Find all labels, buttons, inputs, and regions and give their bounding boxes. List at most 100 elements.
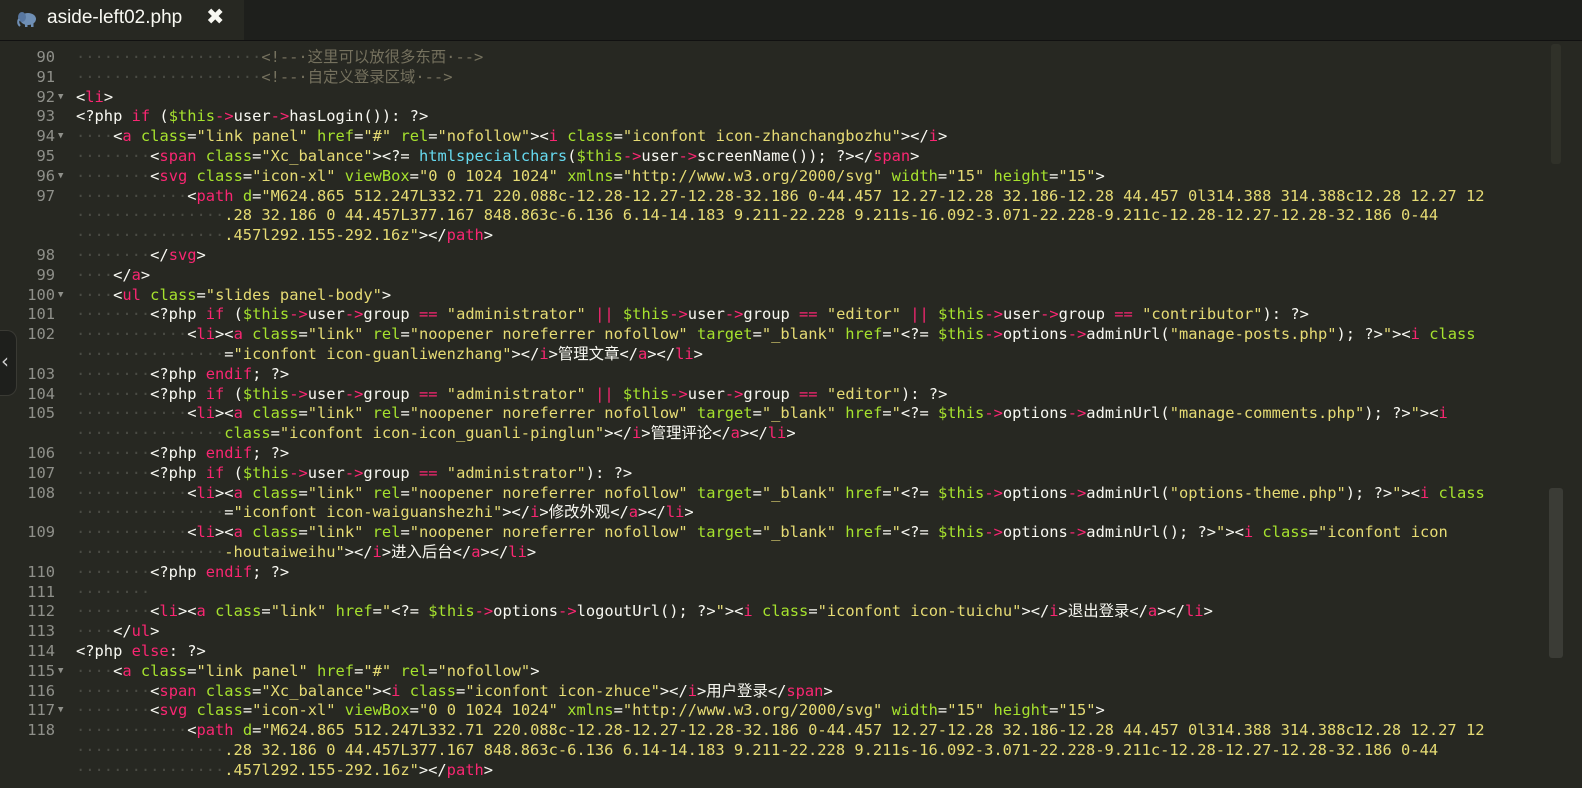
code-token: rel: [363, 483, 401, 502]
code-token: "#": [363, 127, 392, 146]
code-token: target: [687, 404, 753, 423]
fold-arrow-icon[interactable]: ▼: [58, 661, 63, 681]
code-token: path: [196, 721, 234, 740]
code-token: =: [400, 325, 410, 344]
code-token: .457l292.155-292.16z": [224, 226, 419, 245]
code-token: ==: [418, 305, 438, 324]
code-editor[interactable]: 90 91 92 ▼ 93 94 ▼ 95 96 ▼ 97 98 99 100 ▼ 101 102 103 104 1…: [0, 42, 1548, 788]
code-token: "nofollow": [437, 661, 531, 680]
sidebar-toggle-button[interactable]: ‹: [0, 330, 17, 396]
code-token: href: [326, 602, 373, 621]
code-token: i: [1049, 602, 1059, 621]
code-token: i: [1419, 483, 1430, 502]
code-token: >: [1203, 602, 1213, 621]
code-token: ->: [289, 463, 308, 482]
fold-arrow-icon[interactable]: ▼: [58, 87, 63, 107]
code-token: -houtaiweihu": [224, 543, 345, 561]
code-token: =: [252, 186, 262, 205]
code-token: </: [150, 246, 169, 264]
fold-arrow-icon[interactable]: ▼: [58, 126, 63, 146]
code-token: endif: [205, 364, 253, 383]
code-token: user: [307, 384, 345, 403]
code-token: adminUrl(: [1086, 325, 1170, 344]
line-number: 101: [27, 305, 55, 324]
line-number: [0, 542, 55, 562]
code-token: ul: [131, 622, 151, 641]
code-token: $this: [938, 305, 985, 324]
code-token: =: [937, 701, 948, 720]
code-token: target: [687, 523, 753, 542]
code-token: ->: [558, 602, 577, 621]
code-token: span: [159, 681, 197, 700]
code-token: class: [187, 701, 243, 720]
code-line: ········<?php endif; ?>: [76, 364, 289, 384]
code-token: ==: [799, 384, 818, 403]
code-token: "editor": [826, 384, 901, 403]
code-token: li: [196, 523, 216, 542]
indent-guide: ················: [76, 503, 225, 522]
code-line: <?php if ($this->user->hasLogin()): ?>: [76, 106, 428, 126]
code-token: user: [641, 147, 679, 165]
code-token: xmlns: [557, 701, 614, 720]
line-number: 105: [27, 404, 55, 423]
indent-guide: ········: [76, 701, 151, 720]
fold-arrow-icon[interactable]: ▼: [58, 700, 63, 720]
code-token: a: [233, 404, 243, 423]
code-token: =: [224, 503, 234, 522]
code-token: endif: [205, 444, 253, 462]
code-token: ></: [418, 226, 447, 245]
close-icon[interactable]: ✖: [206, 5, 224, 30]
code-token: group: [743, 305, 800, 324]
code-token: height: [984, 166, 1050, 185]
fold-arrow-icon[interactable]: ▼: [58, 166, 63, 186]
code-line: ················-houtaiweihu"></i>进入后台</…: [76, 542, 536, 562]
scrollbar-thumb[interactable]: [1549, 488, 1563, 658]
code-token: (: [224, 463, 243, 482]
code-token: hasLogin()): ?>: [289, 107, 429, 126]
code-token: a: [196, 602, 206, 621]
code-token: li: [196, 483, 216, 502]
code-token: rel: [363, 404, 401, 423]
code-token: class: [242, 404, 299, 423]
code-token: $this: [937, 523, 985, 542]
line-number: 112: [27, 602, 55, 621]
code-token: =: [298, 325, 308, 344]
code-token: ||: [910, 305, 929, 324]
code-token: ></: [900, 127, 929, 146]
code-token: a: [1147, 602, 1158, 621]
indent-guide: ········: [76, 444, 151, 462]
code-token: ->: [1067, 325, 1087, 344]
tab-aside-left02[interactable]: aside-left02.php ✖: [0, 0, 244, 40]
code-token: path: [196, 186, 234, 205]
code-token: span: [159, 147, 197, 165]
code-token: <?php: [76, 642, 132, 660]
code-token: "_blank": [761, 404, 836, 423]
code-token: "link": [270, 602, 327, 621]
code-token: rel: [363, 325, 401, 344]
code-token: =: [752, 483, 762, 502]
code-token: else: [131, 642, 169, 660]
code-token: class: [224, 424, 271, 443]
code-token: a: [122, 661, 132, 680]
line-number: [0, 423, 55, 443]
code-token: =: [409, 701, 419, 720]
code-token: if: [131, 107, 151, 126]
indent-guide: ····················: [76, 48, 262, 66]
code-token: a: [122, 127, 132, 146]
code-line: ····················<!--·自定义登录区域·-->: [76, 67, 452, 87]
code-token: =: [354, 127, 364, 146]
code-token: ": [1382, 325, 1393, 344]
line-number: 100: [27, 285, 55, 304]
php-elephant-icon: [17, 12, 36, 27]
fold-arrow-icon[interactable]: ▼: [58, 285, 63, 305]
code-token: <?php: [150, 444, 206, 462]
code-line: ····</a>: [76, 265, 150, 285]
code-token: ></: [638, 503, 666, 522]
code-token: ->: [678, 147, 697, 165]
code-token: href: [836, 325, 883, 344]
indent-guide: ············: [76, 404, 188, 423]
code-token: "icon-xl": [252, 166, 336, 185]
code-token: li: [508, 543, 527, 561]
